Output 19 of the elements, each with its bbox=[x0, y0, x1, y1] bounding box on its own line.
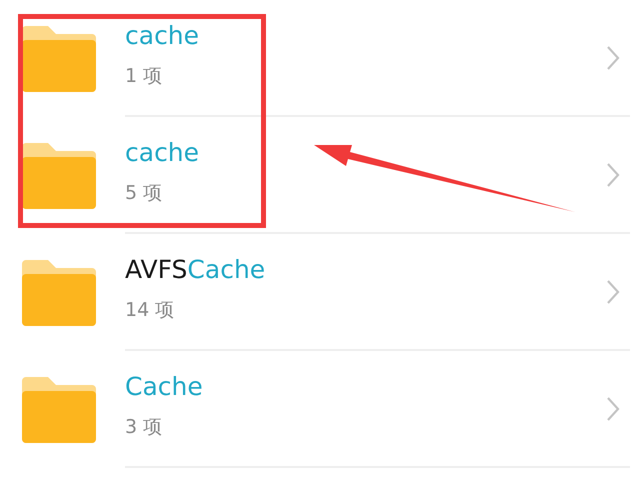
folder-row[interactable]: cache 1 项 bbox=[0, 0, 640, 117]
chevron-right-icon bbox=[606, 279, 620, 305]
folder-name: cache bbox=[125, 138, 200, 166]
folder-icon bbox=[22, 260, 96, 326]
chevron-right-icon bbox=[606, 162, 620, 188]
item-count: 14 项 bbox=[125, 298, 176, 324]
folder-row[interactable]: AVFSCache 14 项 bbox=[0, 234, 640, 351]
folder-name: cache bbox=[125, 22, 200, 50]
item-count: 3 项 bbox=[125, 415, 164, 440]
folder-icon bbox=[22, 26, 96, 92]
folder-row[interactable]: Cache 3 项 bbox=[0, 351, 640, 468]
folder-icon bbox=[22, 376, 96, 442]
chevron-right-icon bbox=[606, 396, 620, 422]
chevron-right-icon bbox=[606, 45, 620, 71]
item-count: 1 项 bbox=[125, 64, 164, 90]
item-count: 5 项 bbox=[125, 181, 164, 206]
folder-icon bbox=[22, 142, 96, 208]
folder-name: AVFSCache bbox=[125, 256, 266, 284]
folder-name: Cache bbox=[125, 372, 204, 400]
